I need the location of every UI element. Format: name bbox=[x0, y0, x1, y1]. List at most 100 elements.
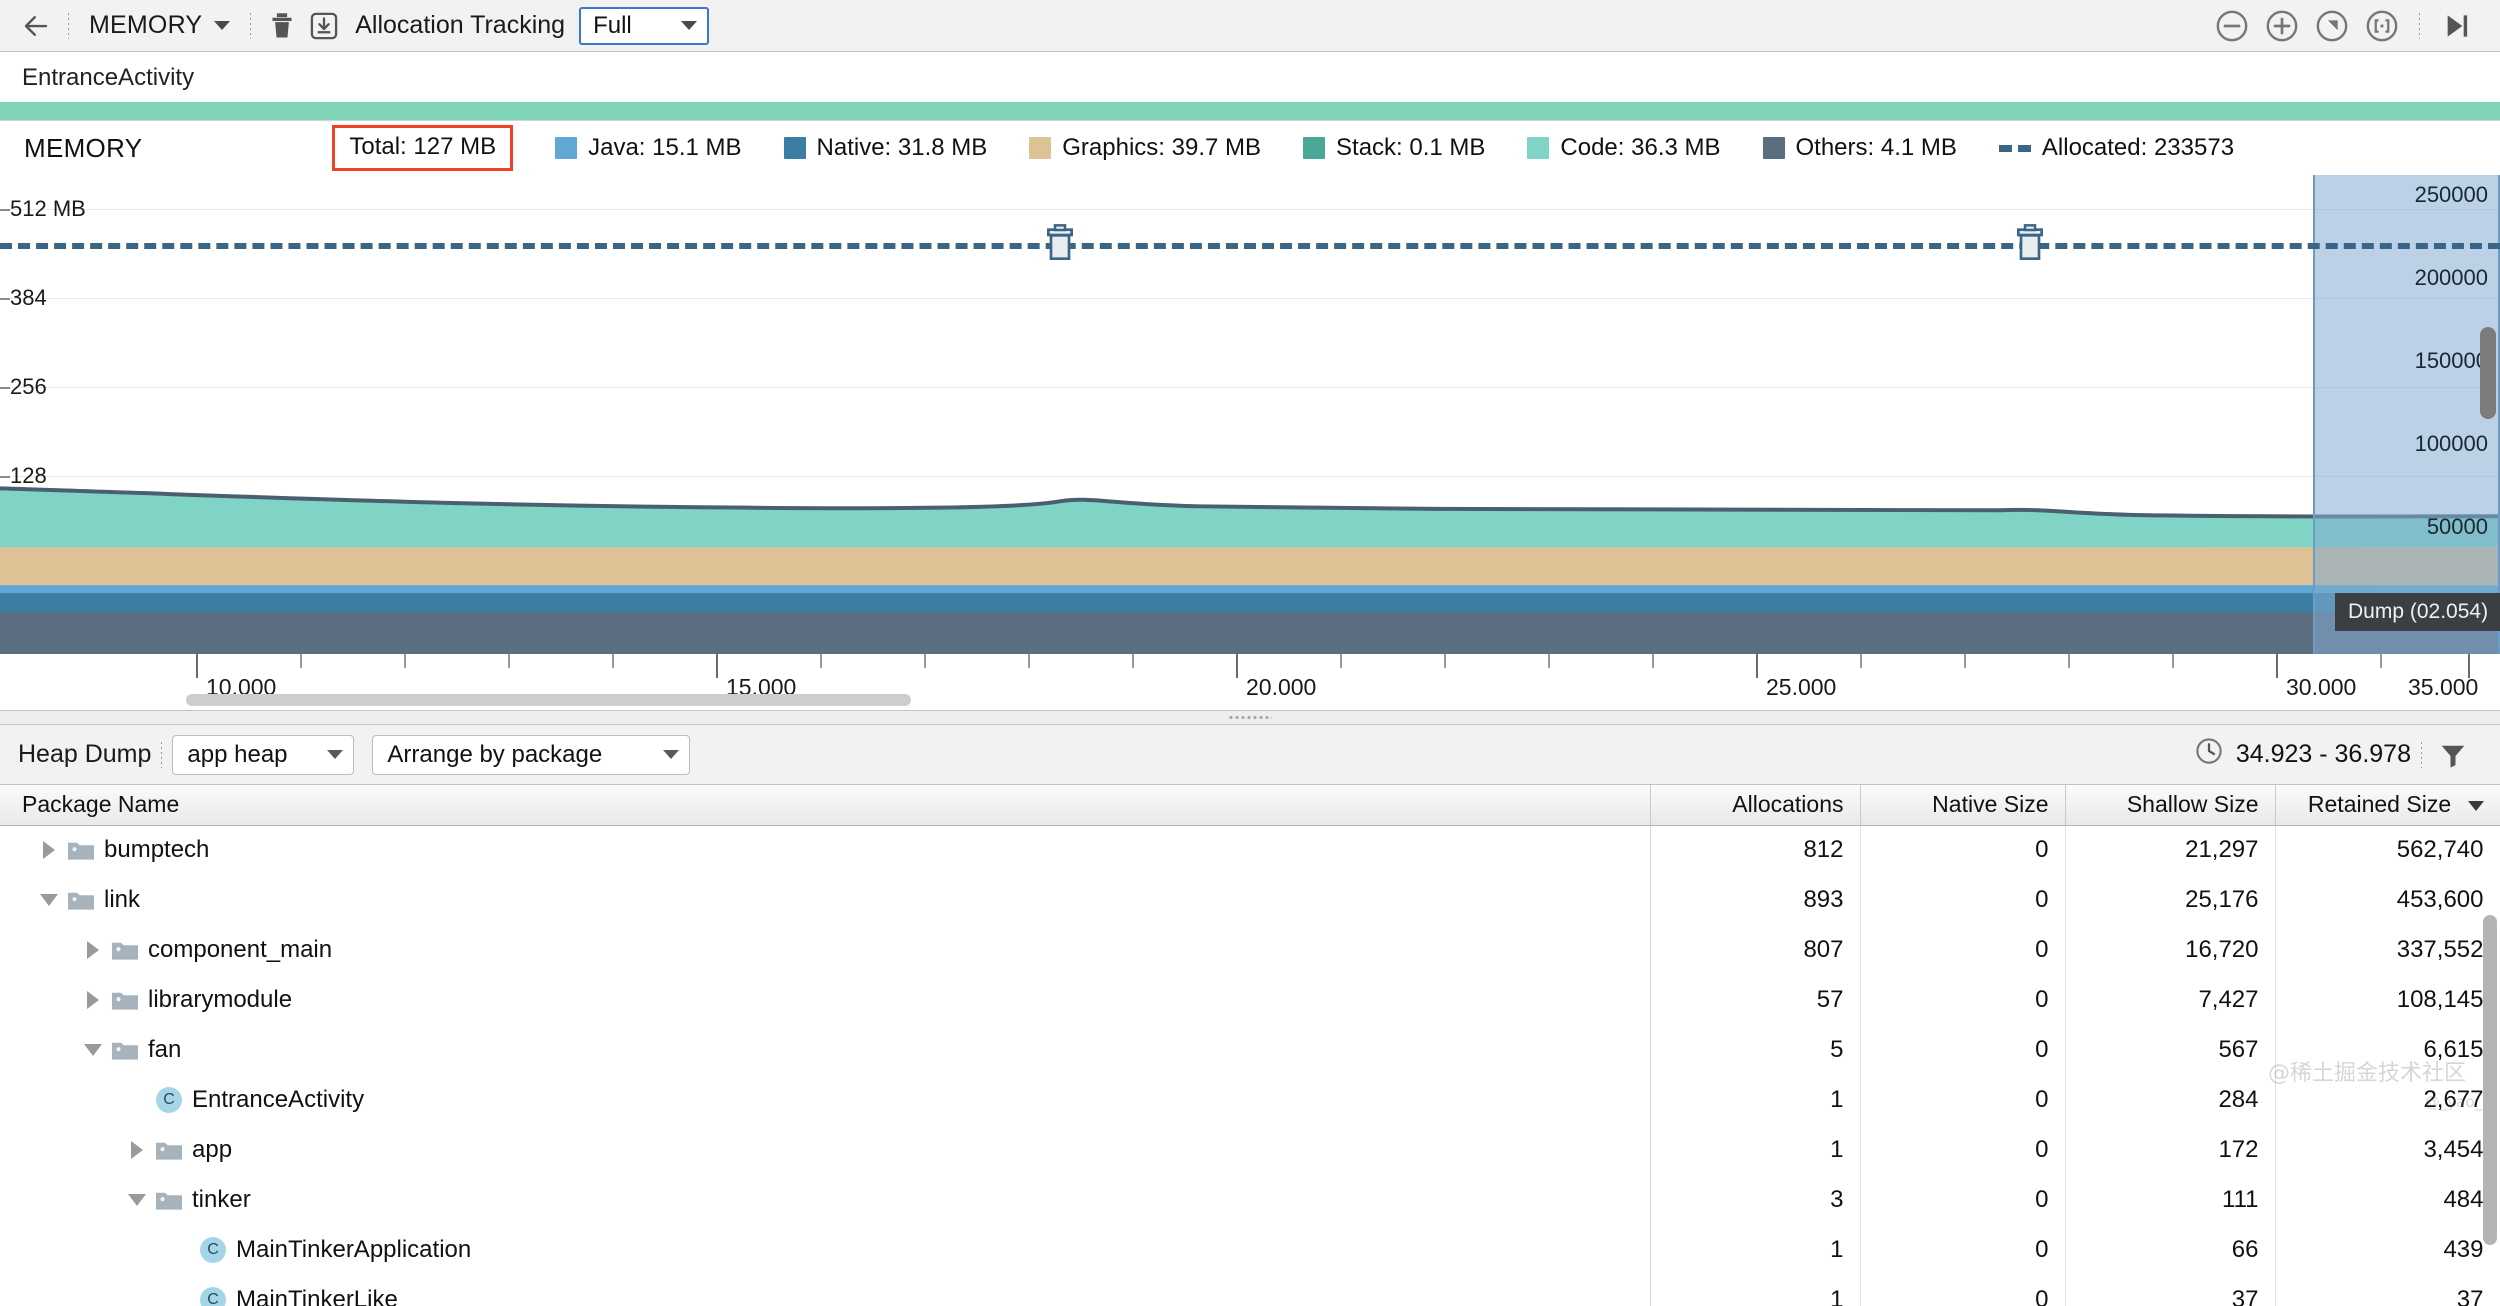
package-name-label: MainTinkerApplication bbox=[236, 1236, 472, 1263]
table-row[interactable]: bumptech 812 0 21,297 562,740 bbox=[0, 825, 2500, 875]
table-cell-native-size: 0 bbox=[1860, 1075, 2066, 1125]
y-tick-right: 50000 bbox=[2426, 514, 2488, 539]
table-cell-shallow-size: 284 bbox=[2065, 1075, 2276, 1125]
back-arrow-icon[interactable] bbox=[14, 6, 58, 46]
expand-chevron-icon[interactable] bbox=[124, 1137, 150, 1163]
jump-to-live-icon[interactable] bbox=[2434, 3, 2480, 49]
memory-chart-panel: MEMORY Total: 127 MB Java: 15.1 MB Nativ… bbox=[0, 121, 2500, 711]
heap-dump-table-container[interactable]: Package Name Allocations Native Size Sha… bbox=[0, 785, 2500, 1306]
expand-chevron-icon[interactable] bbox=[80, 987, 106, 1013]
table-cell-package-name[interactable]: tinker bbox=[0, 1175, 1651, 1225]
collapse-chevron-icon[interactable] bbox=[36, 887, 62, 913]
arrange-select-value: Arrange by package bbox=[387, 740, 603, 768]
collapse-chevron-icon[interactable] bbox=[124, 1187, 150, 1213]
zoom-in-icon[interactable] bbox=[2259, 3, 2305, 49]
tracking-mode-select[interactable]: Full bbox=[579, 6, 710, 45]
table-cell-package-name[interactable]: C EntranceActivity bbox=[0, 1075, 1651, 1125]
timeline-range-scrollbar[interactable] bbox=[186, 694, 911, 706]
profiler-type-dropdown[interactable]: MEMORY bbox=[79, 8, 240, 44]
y-axis-right: 250000 200000 150000 100000 50000 bbox=[2360, 175, 2500, 654]
heap-dump-marker[interactable] bbox=[1043, 223, 1077, 263]
table-cell-package-name[interactable]: link bbox=[0, 875, 1651, 925]
table-cell-allocations: 807 bbox=[1650, 925, 1861, 975]
profiler-type-label: MEMORY bbox=[89, 11, 203, 39]
chevron-down-icon bbox=[327, 750, 344, 759]
table-cell-retained-size: 337,552 bbox=[2275, 925, 2500, 975]
heap-dump-toolbar: Heap Dump app heap Arrange by package 34… bbox=[0, 725, 2500, 785]
table-row[interactable]: librarymodule 57 0 7,427 108,145 bbox=[0, 975, 2500, 1025]
table-cell-package-name[interactable]: fan bbox=[0, 1025, 1651, 1075]
table-cell-package-name[interactable]: librarymodule bbox=[0, 975, 1651, 1025]
table-cell-native-size: 0 bbox=[1860, 825, 2066, 875]
table-row[interactable]: C MainTinkerLike 1 0 37 37 bbox=[0, 1275, 2500, 1306]
expand-chevron-icon[interactable] bbox=[80, 937, 106, 963]
table-row[interactable]: app 1 0 172 3,454 bbox=[0, 1125, 2500, 1175]
table-cell-package-name[interactable]: C MainTinkerApplication bbox=[0, 1225, 1651, 1275]
x-tick-label: 20.000 bbox=[1246, 674, 1317, 700]
table-vertical-scrollbar[interactable] bbox=[2483, 915, 2497, 1245]
legend-swatch-java bbox=[555, 137, 578, 159]
folder-icon bbox=[112, 990, 138, 1011]
column-header-package-name[interactable]: Package Name bbox=[0, 785, 1651, 826]
legend-swatch-code bbox=[1527, 137, 1550, 159]
table-row[interactable]: C EntranceActivity 1 0 284 2,677 bbox=[0, 1075, 2500, 1125]
table-row[interactable]: component_main 807 0 16,720 337,552 bbox=[0, 925, 2500, 975]
sort-descending-icon bbox=[2467, 801, 2484, 812]
arrange-select-dropdown[interactable]: Arrange by package bbox=[372, 734, 691, 775]
y-tick-left: 512 MB bbox=[0, 196, 86, 221]
legend-swatch-allocated bbox=[1998, 144, 2031, 152]
heap-dump-marker[interactable] bbox=[2013, 223, 2047, 263]
chart-vertical-scrollbar[interactable] bbox=[2480, 327, 2496, 419]
table-cell-retained-size: 108,145 bbox=[2275, 975, 2500, 1025]
table-row[interactable]: C MainTinkerApplication 1 0 66 439 bbox=[0, 1225, 2500, 1275]
filter-funnel-icon[interactable] bbox=[2432, 735, 2474, 775]
folder-icon bbox=[68, 890, 94, 911]
column-header-retained-size[interactable]: Retained Size bbox=[2275, 785, 2500, 826]
zoom-out-icon[interactable] bbox=[2209, 3, 2255, 49]
table-row[interactable]: fan 5 0 567 6,615 bbox=[0, 1025, 2500, 1075]
table-cell-retained-size: 6,615 bbox=[2275, 1025, 2500, 1075]
legend-item-stack: Stack: 0.1 MB bbox=[1303, 134, 1485, 162]
toolbar-right-actions bbox=[2209, 3, 2486, 49]
heap-select-dropdown[interactable]: app heap bbox=[172, 734, 355, 775]
legend-item-code: Code: 36.3 MB bbox=[1527, 134, 1721, 162]
heap-select-value: app heap bbox=[187, 740, 288, 768]
toolbar-divider bbox=[250, 12, 252, 39]
table-cell-native-size: 0 bbox=[1860, 1225, 2066, 1275]
class-icon: C bbox=[200, 1237, 226, 1263]
dump-tooltip: Dump (02.054) bbox=[2335, 593, 2500, 631]
reset-zoom-icon[interactable] bbox=[2309, 3, 2355, 49]
activity-timeline: EntranceActivity bbox=[0, 52, 2500, 121]
table-row[interactable]: link 893 0 25,176 453,600 bbox=[0, 875, 2500, 925]
y-axis-left: 512 MB 384 256 128 bbox=[0, 175, 130, 654]
table-cell-retained-size: 3,454 bbox=[2275, 1125, 2500, 1175]
table-cell-package-name[interactable]: C MainTinkerLike bbox=[0, 1275, 1651, 1306]
x-tick bbox=[924, 654, 926, 668]
trash-icon[interactable] bbox=[261, 6, 303, 46]
x-tick bbox=[2276, 654, 2278, 678]
column-header-shallow-size[interactable]: Shallow Size bbox=[2065, 785, 2276, 826]
heap-dump-label: Heap Dump bbox=[18, 740, 152, 768]
chevron-down-icon bbox=[214, 21, 231, 30]
column-header-allocations[interactable]: Allocations bbox=[1650, 785, 1861, 826]
activity-lifecycle-band[interactable] bbox=[0, 102, 2500, 120]
table-row[interactable]: tinker 3 0 111 484 bbox=[0, 1175, 2500, 1225]
memory-plot-area[interactable]: Dump (02.054) 512 MB 384 256 128 250000 … bbox=[0, 175, 2500, 654]
folder-icon bbox=[112, 1040, 138, 1061]
column-header-native-size[interactable]: Native Size bbox=[1860, 785, 2066, 826]
table-cell-package-name[interactable]: component_main bbox=[0, 925, 1651, 975]
table-header-row: Package Name Allocations Native Size Sha… bbox=[0, 785, 2500, 826]
legend-label-native: Native: 31.8 MB bbox=[816, 134, 988, 161]
x-tick bbox=[2380, 654, 2382, 668]
expand-chevron-icon[interactable] bbox=[36, 837, 62, 863]
collapse-chevron-icon[interactable] bbox=[80, 1037, 106, 1063]
x-tick bbox=[1964, 654, 1966, 668]
table-cell-package-name[interactable]: app bbox=[0, 1125, 1651, 1175]
page-title: Allocation Tracking bbox=[355, 11, 566, 39]
class-icon: C bbox=[200, 1287, 226, 1306]
table-cell-shallow-size: 567 bbox=[2065, 1025, 2276, 1075]
zoom-to-selection-icon[interactable] bbox=[2359, 3, 2405, 49]
export-download-icon[interactable] bbox=[303, 6, 345, 46]
panel-splitter[interactable] bbox=[0, 711, 2500, 725]
table-cell-package-name[interactable]: bumptech bbox=[0, 825, 1651, 875]
